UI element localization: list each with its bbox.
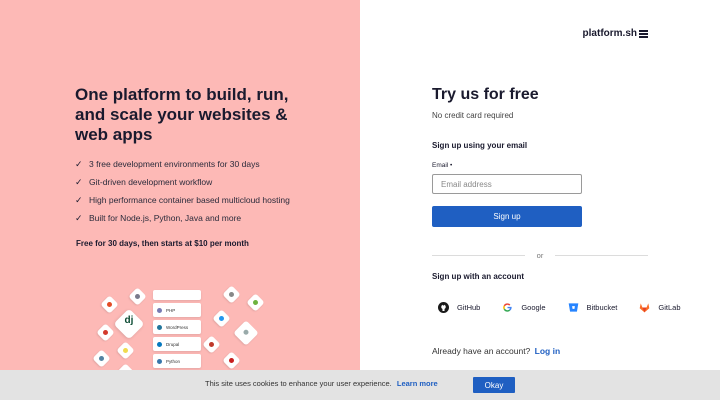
google-icon bbox=[503, 302, 512, 312]
tech-stack-list: PHP WordPress Drupal Python bbox=[153, 290, 201, 371]
stack-item: WordPress bbox=[153, 320, 201, 334]
cookie-message: This site uses cookies to enhance your u… bbox=[205, 379, 392, 388]
feature-item: ✓ High performance container based multic… bbox=[75, 191, 290, 209]
wordpress-icon bbox=[157, 324, 162, 330]
tech-icon bbox=[222, 351, 241, 370]
tech-icon bbox=[128, 287, 147, 306]
divider-text: or bbox=[536, 251, 544, 260]
feature-item: ✓ Built for Node.js, Python, Java and mor… bbox=[75, 209, 290, 227]
check-icon: ✓ bbox=[75, 212, 83, 223]
platform-logo[interactable]: platform.sh bbox=[583, 28, 648, 39]
tech-icon bbox=[116, 341, 135, 360]
cookie-text: This site uses cookies to enhance your u… bbox=[205, 379, 438, 388]
learn-more-link[interactable]: Learn more bbox=[397, 379, 438, 388]
feature-text: Git-driven development workflow bbox=[89, 177, 213, 187]
cookie-banner: This site uses cookies to enhance your u… bbox=[0, 370, 720, 400]
tech-icon bbox=[96, 323, 115, 342]
feature-text: Built for Node.js, Python, Java and more bbox=[89, 213, 242, 223]
feature-list: ✓ 3 free development environments for 30 … bbox=[75, 155, 290, 227]
provider-label: Google bbox=[521, 302, 546, 312]
tech-icon bbox=[233, 320, 259, 346]
drupal-icon bbox=[157, 341, 162, 347]
tech-icon bbox=[100, 295, 119, 314]
form-title: Try us for free bbox=[432, 86, 539, 103]
check-icon: ✓ bbox=[75, 194, 83, 205]
provider-label: GitLab bbox=[658, 302, 681, 312]
or-divider: or bbox=[432, 251, 649, 260]
google-signup-button[interactable]: Google bbox=[502, 301, 546, 313]
tech-icon bbox=[246, 293, 265, 312]
hero-panel: One platform to build, run, and scale yo… bbox=[0, 0, 360, 400]
tech-icon bbox=[92, 349, 111, 368]
feature-text: High performance container based multicl… bbox=[89, 195, 290, 205]
pricing-note: Free for 30 days, then starts at $10 per… bbox=[76, 239, 249, 248]
feature-text: 3 free development environments for 30 d… bbox=[89, 159, 260, 169]
tech-icon bbox=[222, 285, 241, 304]
cookie-okay-button[interactable]: Okay bbox=[473, 377, 515, 393]
logo-bars-icon bbox=[639, 29, 648, 38]
django-icon: dj bbox=[113, 308, 145, 340]
stack-header bbox=[153, 290, 201, 300]
login-link[interactable]: Log in bbox=[535, 346, 561, 356]
gitlab-icon bbox=[640, 302, 650, 312]
provider-label: Bitbucket bbox=[586, 302, 618, 312]
login-prompt: Already have an account? Log in bbox=[432, 346, 560, 356]
provider-label: GitHub bbox=[457, 302, 481, 312]
php-icon bbox=[157, 307, 162, 313]
email-label: Email • bbox=[432, 162, 453, 169]
provider-list: GitHub Google Bitbucket GitLab bbox=[438, 301, 681, 313]
github-signup-button[interactable]: GitHub bbox=[438, 301, 480, 313]
bitbucket-signup-button[interactable]: Bitbucket bbox=[568, 301, 618, 313]
python-icon bbox=[157, 358, 162, 364]
tech-icon bbox=[212, 309, 231, 328]
feature-item: ✓ 3 free development environments for 30 … bbox=[75, 155, 290, 173]
email-signup-heading: Sign up using your email bbox=[432, 141, 528, 150]
tech-icon bbox=[202, 335, 221, 354]
gitlab-signup-button[interactable]: GitLab bbox=[639, 301, 681, 313]
form-subtitle: No credit card required bbox=[432, 111, 514, 120]
logo-text: platform.sh bbox=[582, 28, 637, 39]
check-icon: ✓ bbox=[75, 158, 83, 169]
signup-panel: platform.sh Try us for free No credit ca… bbox=[360, 0, 720, 400]
github-icon bbox=[438, 301, 449, 313]
hero-title: One platform to build, run, and scale yo… bbox=[75, 85, 289, 144]
account-signup-heading: Sign up with an account bbox=[432, 272, 524, 281]
stack-item: Drupal bbox=[153, 337, 201, 351]
check-icon: ✓ bbox=[75, 176, 83, 187]
stack-item: PHP bbox=[153, 303, 201, 317]
bitbucket-icon bbox=[568, 302, 578, 312]
login-prompt-text: Already have an account? bbox=[432, 346, 531, 356]
feature-item: ✓ Git-driven development workflow bbox=[75, 173, 290, 191]
email-field[interactable] bbox=[432, 174, 582, 194]
signup-button[interactable]: Sign up bbox=[432, 206, 582, 227]
stack-item: Python bbox=[153, 354, 201, 368]
